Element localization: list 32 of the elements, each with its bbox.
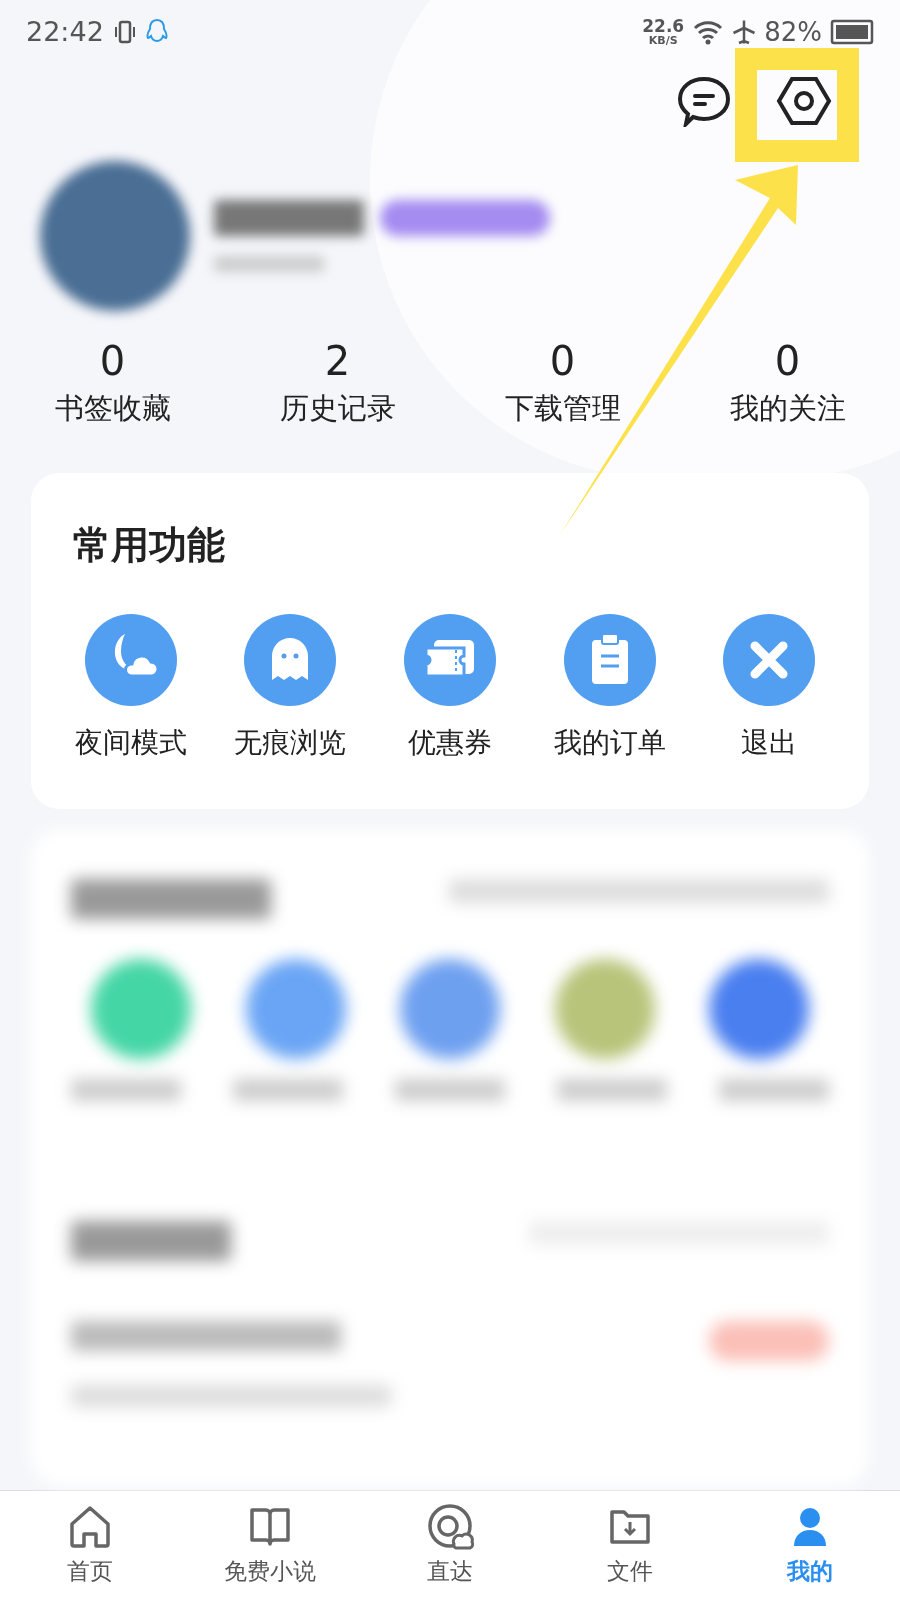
nav-tab[interactable]: 免费小说 [180,1491,360,1600]
battery-percent: 82% [764,15,822,49]
stat-label[interactable]: 我的关注 [729,387,846,431]
airplane-icon [732,19,757,45]
clock: 22:42 [26,14,104,49]
battery-icon [830,19,874,45]
function-label[interactable]: 我的订单 [553,722,666,764]
function-label[interactable]: 优惠券 [408,722,492,764]
stat-label[interactable]: 下载管理 [504,387,621,431]
wifi-icon [692,19,725,45]
stat-label[interactable]: 历史记录 [279,387,396,431]
moon-cloud-icon[interactable] [84,614,177,706]
ring-cloud-icon [426,1502,474,1551]
message-icon[interactable] [676,75,732,127]
function-label[interactable]: 夜间模式 [74,722,187,764]
function-label[interactable]: 退出 [741,722,798,764]
nav-tab[interactable]: 直达 [360,1491,540,1600]
stat-count[interactable]: 0 [99,341,126,381]
nav-tab[interactable]: 文件 [540,1491,720,1600]
stat-label[interactable]: 书签收藏 [54,387,171,431]
stat-count[interactable]: 2 [324,341,351,381]
clipboard-icon[interactable] [563,614,656,706]
close-icon[interactable] [723,614,816,706]
stat-count[interactable]: 0 [549,341,576,381]
card-title: 常用功能 [72,522,226,569]
ghost-icon[interactable] [244,614,337,706]
settings-icon[interactable] [776,75,832,127]
nav-tab[interactable]: 首页 [0,1491,180,1600]
ticket-icon[interactable] [404,614,496,706]
stat-count[interactable]: 0 [774,341,801,381]
function-label[interactable]: 无痕浏览 [234,722,347,764]
network-speed: 22.6 KB/S [642,18,685,46]
